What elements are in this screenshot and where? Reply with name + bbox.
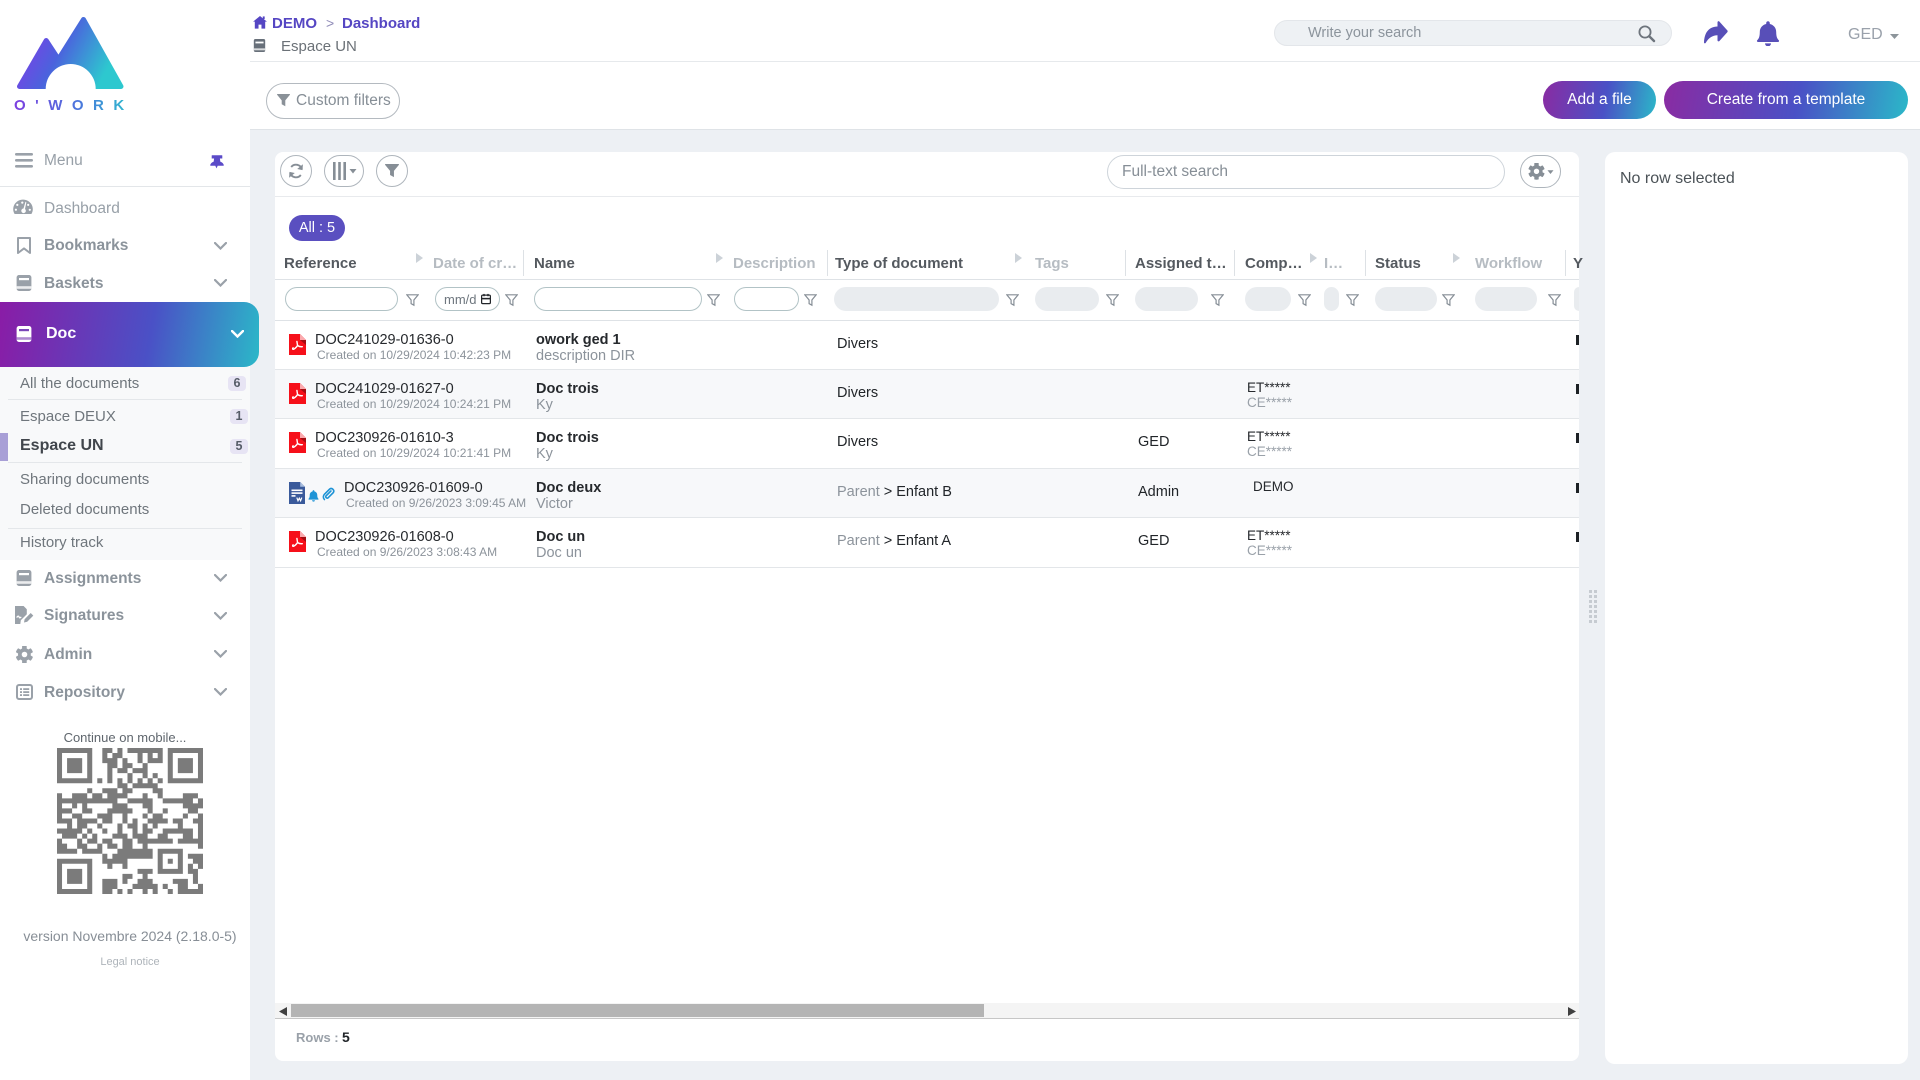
svg-text:O'WORK: O'WORK bbox=[14, 97, 130, 114]
